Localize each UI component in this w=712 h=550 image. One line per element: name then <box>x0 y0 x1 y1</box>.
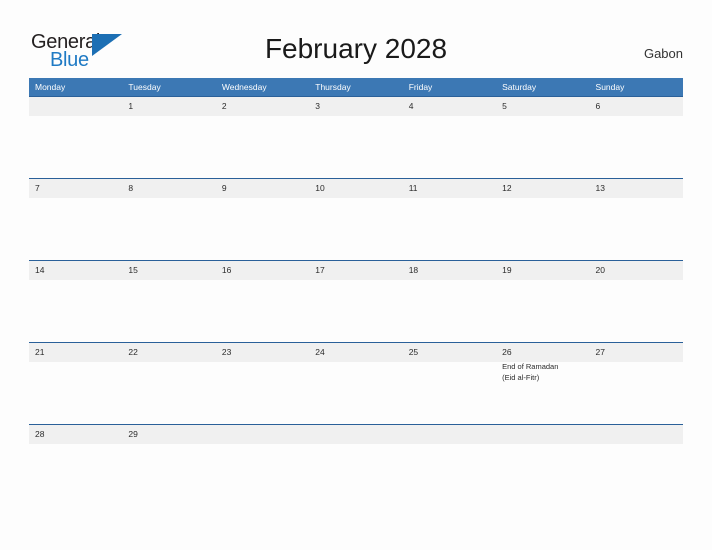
day-cell-empty <box>29 97 122 178</box>
day-cell-12[interactable]: 12 <box>496 179 589 260</box>
day-cell-15[interactable]: 15 <box>122 261 215 342</box>
day-number: 6 <box>595 101 601 111</box>
day-number: 19 <box>502 265 512 275</box>
day-cell-9[interactable]: 9 <box>216 179 309 260</box>
day-number <box>596 428 683 442</box>
day-number <box>409 428 496 442</box>
day-cell-26[interactable]: 26 End of Ramadan (Eid al-Fitr) <box>496 343 589 424</box>
calendar-weeks: 1 2 3 4 5 6 7 8 9 10 11 12 13 14 15 16 17 18 19 20 21 22 23 24 2… <box>29 96 683 506</box>
day-cell-22[interactable]: 22 <box>122 343 215 424</box>
day-cell-5[interactable]: 5 <box>496 97 589 178</box>
day-cell-4[interactable]: 4 <box>403 97 496 178</box>
page-header: General Blue February 2028 Gabon <box>0 0 712 78</box>
day-cell-14[interactable]: 14 <box>29 261 122 342</box>
weekday-header-saturday: Saturday <box>502 82 537 92</box>
day-cell-empty <box>216 425 309 506</box>
day-cell-7[interactable]: 7 <box>29 179 122 260</box>
day-number: 22 <box>128 347 138 357</box>
day-cell-6[interactable]: 6 <box>590 97 683 178</box>
weekday-header-wednesday: Wednesday <box>221 82 267 92</box>
day-number: 1 <box>128 101 134 111</box>
day-number: 5 <box>502 101 507 111</box>
day-number: 24 <box>315 347 325 357</box>
day-number: 10 <box>315 183 325 193</box>
calendar-week-row: 21 22 23 24 25 26 End of Ramadan (Eid al-Fitr) 2… <box>29 342 683 424</box>
day-number: 12 <box>502 183 512 193</box>
day-cell-19[interactable]: 19 <box>496 261 589 342</box>
day-cell-empty <box>309 425 402 506</box>
day-number: 27 <box>595 347 605 357</box>
page-title: February 2028 <box>264 33 448 64</box>
day-number: 9 <box>221 183 227 193</box>
day-number: 14 <box>35 265 45 275</box>
day-number: 8 <box>128 183 134 193</box>
day-number: 28 <box>35 429 45 439</box>
calendar-week-row: 7 8 9 10 11 12 13 <box>29 178 683 260</box>
event-text: End of Ramadan <box>502 362 559 371</box>
weekday-header-thursday: Thursday <box>315 82 351 92</box>
day-number: 3 <box>315 101 320 111</box>
day-number: 23 <box>221 347 232 357</box>
week-cells: 21 22 23 24 25 26 End of Ramadan (Eid al-Fitr) 2… <box>29 343 683 424</box>
day-cell-1[interactable]: 1 <box>122 97 215 178</box>
day-number: 26 <box>502 347 512 357</box>
day-cell-3[interactable]: 3 <box>309 97 402 178</box>
day-number: 20 <box>595 265 605 275</box>
weekday-header-row: Monday Tuesday Wednesday Thursday Friday Satu… <box>29 78 683 96</box>
day-number: 4 <box>408 101 414 111</box>
day-number <box>35 100 122 114</box>
day-number: 18 <box>408 265 419 275</box>
day-number: 11 <box>408 183 418 193</box>
day-number: 15 <box>128 265 138 275</box>
day-cell-8[interactable]: 8 <box>122 179 215 260</box>
day-number: 16 <box>221 265 232 275</box>
day-cell-27[interactable]: 27 <box>590 343 683 424</box>
week-cells: 14 15 16 17 18 19 20 <box>29 261 683 342</box>
weekday-header-monday: Monday <box>35 82 66 92</box>
day-number: 7 <box>35 183 40 193</box>
day-cell-empty <box>590 425 683 506</box>
day-number <box>315 428 402 442</box>
day-cell-29[interactable]: 29 <box>122 425 215 506</box>
weekday-header-friday: Friday <box>408 82 433 92</box>
day-cell-empty <box>496 425 589 506</box>
week-cells: 28 29 <box>29 425 683 506</box>
week-cells: 1 2 3 4 5 6 <box>29 97 683 178</box>
day-cell-18[interactable]: 18 <box>403 261 496 342</box>
day-cell-28[interactable]: 28 <box>29 425 122 506</box>
day-number: 29 <box>128 429 138 439</box>
weekday-header-tuesday: Tuesday <box>128 82 161 92</box>
day-cell-2[interactable]: 2 <box>216 97 309 178</box>
day-cell-21[interactable]: 21 <box>29 343 122 424</box>
day-cell-10[interactable]: 10 <box>309 179 402 260</box>
day-cell-23[interactable]: 23 <box>216 343 309 424</box>
calendar-grid: Monday Tuesday Wednesday Thursday Friday Satu… <box>29 78 683 506</box>
day-number <box>502 428 589 442</box>
day-cell-25[interactable]: 25 <box>403 343 496 424</box>
day-cell-24[interactable]: 24 <box>309 343 402 424</box>
day-number: 13 <box>595 183 605 193</box>
day-number: 2 <box>221 101 227 111</box>
calendar-week-row: 28 29 <box>29 424 683 506</box>
calendar-week-row: 14 15 16 17 18 19 20 <box>29 260 683 342</box>
day-cell-empty <box>403 425 496 506</box>
week-cells: 7 8 9 10 11 12 13 <box>29 179 683 260</box>
day-cell-16[interactable]: 16 <box>216 261 309 342</box>
day-number: 25 <box>408 347 419 357</box>
day-cell-11[interactable]: 11 <box>403 179 496 260</box>
event-text: (Eid al-Fitr) <box>502 372 540 382</box>
day-events: End of Ramadan (Eid al-Fitr) <box>502 362 589 383</box>
day-number: 21 <box>35 347 45 357</box>
day-number <box>222 428 309 442</box>
day-cell-13[interactable]: 13 <box>590 179 683 260</box>
country-label: Gabon <box>643 46 683 61</box>
day-number: 17 <box>315 265 325 275</box>
weekday-header-sunday: Sunday <box>595 82 625 92</box>
calendar-week-row: 1 2 3 4 5 6 <box>29 96 683 178</box>
day-cell-20[interactable]: 20 <box>590 261 683 342</box>
day-cell-17[interactable]: 17 <box>309 261 402 342</box>
